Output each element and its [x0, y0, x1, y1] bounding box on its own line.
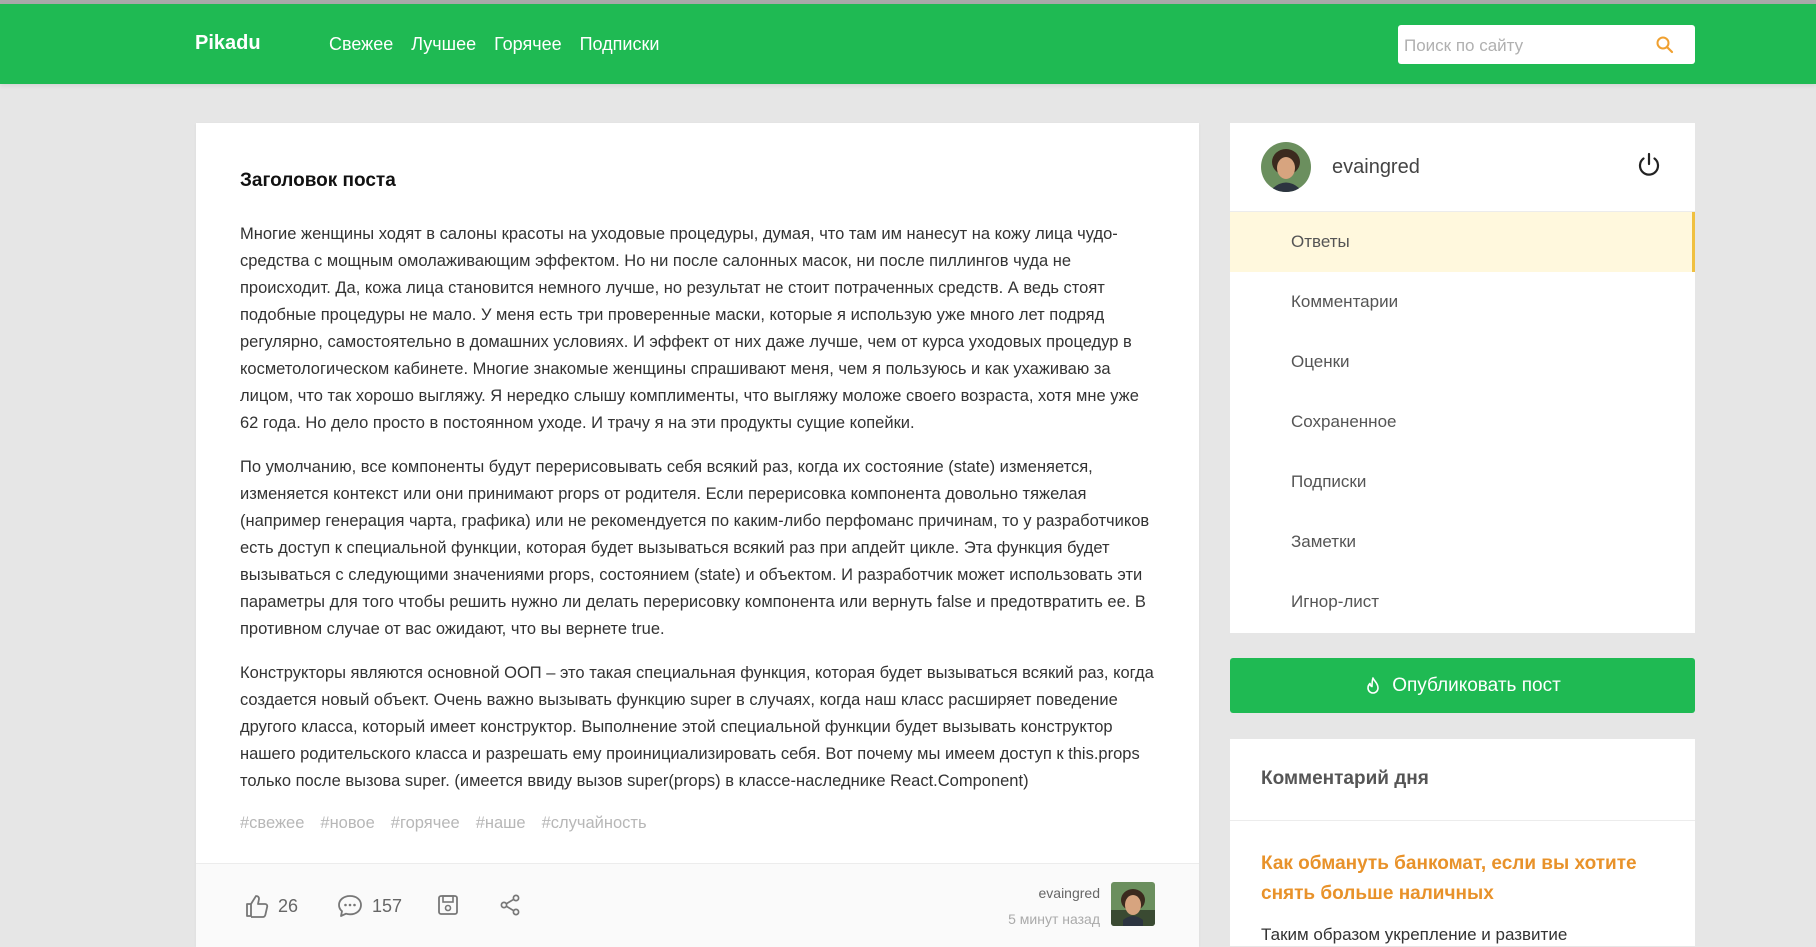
site-logo[interactable]: Pikadu	[195, 32, 261, 55]
post-paragraph: Многие женщины ходят в салоны красоты на…	[240, 225, 1139, 432]
save-icon	[438, 895, 458, 915]
nav-link-subscriptions[interactable]: Подписки	[580, 34, 660, 55]
post-author-name[interactable]: evaingred	[1039, 885, 1101, 901]
menu-item-subscriptions[interactable]: Подписки	[1230, 452, 1695, 512]
profile-header: evaingred	[1230, 123, 1695, 212]
main-nav: Свежее Лучшее Горячее Подписки	[329, 34, 659, 55]
post-timestamp: 5 минут назад	[1008, 911, 1100, 927]
like-button[interactable]: 26	[244, 893, 298, 919]
publish-post-label: Опубликовать пост	[1392, 674, 1561, 696]
post-author-avatar[interactable]	[1111, 882, 1155, 926]
post-title: Заголовок поста	[240, 170, 396, 191]
post-card: Заголовок поста Многие женщины ходят в с…	[196, 123, 1199, 947]
nav-link-hot[interactable]: Горячее	[494, 34, 562, 55]
comment-of-day-link[interactable]: Как обмануть банкомат, если вы хотите сн…	[1261, 849, 1661, 909]
profile-username[interactable]: evaingred	[1332, 156, 1420, 179]
tag-link[interactable]: #свежее	[240, 814, 304, 833]
comment-count: 157	[372, 895, 403, 916]
post-paragraph: Конструкторы являются основной ООП – это…	[240, 664, 1154, 790]
profile-menu: Ответы Комментарии Оценки Сохраненное По…	[1230, 212, 1695, 632]
tag-link[interactable]: #горячее	[391, 814, 460, 833]
post-tags: #свежее #новое #горячее #наше #случайнос…	[240, 814, 647, 833]
comment-of-day-panel: Комментарий дня Как обмануть банкомат, е…	[1230, 739, 1695, 946]
menu-item-notes[interactable]: Заметки	[1230, 512, 1695, 572]
power-icon[interactable]	[1635, 151, 1663, 179]
search-icon[interactable]	[1655, 35, 1675, 55]
menu-item-answers[interactable]: Ответы	[1230, 212, 1695, 272]
site-header: Pikadu Свежее Лучшее Горячее Подписки	[0, 4, 1816, 84]
publish-post-button[interactable]: Опубликовать пост	[1230, 658, 1695, 713]
like-count: 26	[278, 895, 299, 916]
tag-link[interactable]: #случайность	[542, 814, 647, 833]
flame-icon	[1367, 676, 1380, 694]
nav-link-best[interactable]: Лучшее	[411, 34, 476, 55]
thumbs-up-icon	[246, 895, 269, 918]
menu-item-ratings[interactable]: Оценки	[1230, 332, 1695, 392]
search-input[interactable]	[1402, 25, 1656, 66]
comments-button[interactable]: 157	[336, 893, 402, 919]
profile-panel: evaingred Ответы Комментарии Оценки Сохр…	[1230, 123, 1695, 633]
menu-item-ignore-list[interactable]: Игнор-лист	[1230, 572, 1695, 632]
search-box	[1398, 25, 1695, 66]
share-button[interactable]	[498, 893, 522, 917]
menu-item-comments[interactable]: Комментарии	[1230, 272, 1695, 332]
user-avatar[interactable]	[1261, 142, 1311, 192]
comment-of-day-title: Комментарий дня	[1261, 768, 1429, 789]
share-icon	[500, 894, 520, 916]
tag-link[interactable]: #новое	[320, 814, 374, 833]
post-paragraph: По умолчанию, все компоненты будут перер…	[240, 458, 1150, 638]
menu-item-saved[interactable]: Сохраненное	[1230, 392, 1695, 452]
comment-of-day-header: Комментарий дня	[1230, 739, 1695, 821]
nav-link-fresh[interactable]: Свежее	[329, 34, 393, 55]
post-footer: 26 157 evaingred 5 минут назад	[196, 863, 1199, 947]
comment-of-day-text: Таким образом укрепление и развитие	[1261, 925, 1568, 944]
post-body: Многие женщины ходят в салоны красоты на…	[240, 221, 1160, 812]
save-button[interactable]	[436, 893, 460, 917]
comment-bubble-icon	[338, 895, 362, 917]
tag-link[interactable]: #наше	[476, 814, 526, 833]
